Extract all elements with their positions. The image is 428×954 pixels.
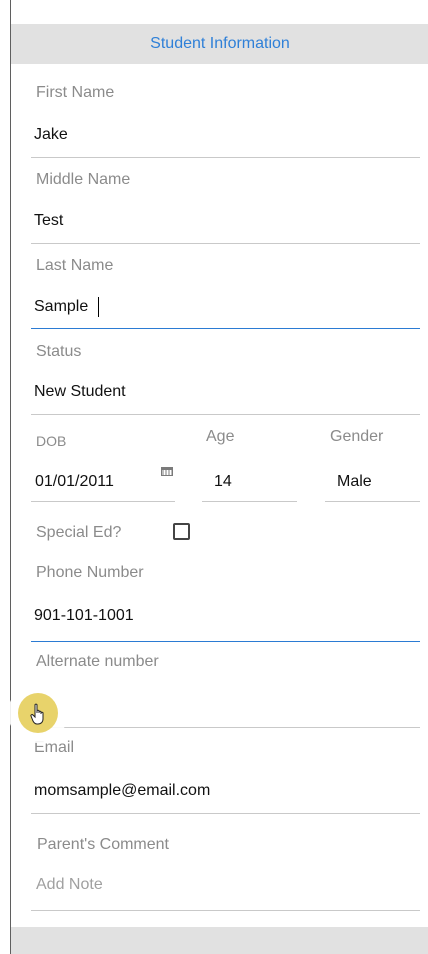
gender-field[interactable]: Male [337, 473, 372, 491]
last-name-field[interactable]: Sample [34, 298, 88, 316]
parent-comment-field[interactable]: Add Note [36, 876, 103, 894]
special-ed-label: Special Ed? [36, 524, 122, 541]
parent-comment-label: Parent's Comment [37, 836, 169, 853]
email-field[interactable]: momsample@email.com [34, 782, 210, 800]
dob-label: DOB [36, 433, 67, 449]
alternate-number-label: Alternate number [36, 653, 159, 670]
dob-field[interactable]: 01/01/2011 [35, 473, 114, 491]
page-title-text: Student Information [150, 35, 290, 52]
phone-field[interactable]: 901-101-1001 [34, 607, 134, 625]
gender-underline [325, 501, 420, 502]
parent-comment-underline [31, 910, 420, 911]
footer-bar [11, 927, 428, 954]
page-title: Student Information [11, 24, 428, 64]
touch-indicator-dot [18, 693, 58, 733]
calendar-icon[interactable] [161, 467, 173, 476]
special-ed-checkbox[interactable] [173, 523, 190, 540]
status-underline [31, 414, 420, 415]
first-name-field[interactable]: Jake [34, 126, 68, 144]
middle-name-underline [31, 243, 420, 244]
middle-name-label: Middle Name [36, 171, 131, 188]
status-label: Status [36, 343, 82, 360]
dob-underline [31, 501, 175, 502]
student-form-panel: Student Information First Name Jake Midd… [10, 0, 428, 954]
alternate-number-underline [31, 727, 420, 728]
phone-underline [31, 641, 420, 642]
phone-label: Phone Number [36, 564, 144, 581]
hand-pointer-icon [30, 703, 44, 725]
alternate-number-field[interactable] [34, 692, 414, 714]
age-underline [202, 501, 297, 502]
text-caret [98, 297, 99, 317]
gender-label: Gender [330, 428, 384, 445]
status-field[interactable]: New Student [34, 383, 126, 401]
age-field[interactable]: 14 [214, 473, 232, 491]
touch-indicator [8, 683, 68, 743]
middle-name-field[interactable]: Test [34, 212, 63, 230]
email-underline [31, 813, 420, 814]
first-name-underline [31, 157, 420, 158]
last-name-underline [31, 328, 420, 329]
age-label: Age [206, 428, 235, 445]
first-name-label: First Name [36, 84, 115, 101]
last-name-label: Last Name [36, 257, 114, 274]
